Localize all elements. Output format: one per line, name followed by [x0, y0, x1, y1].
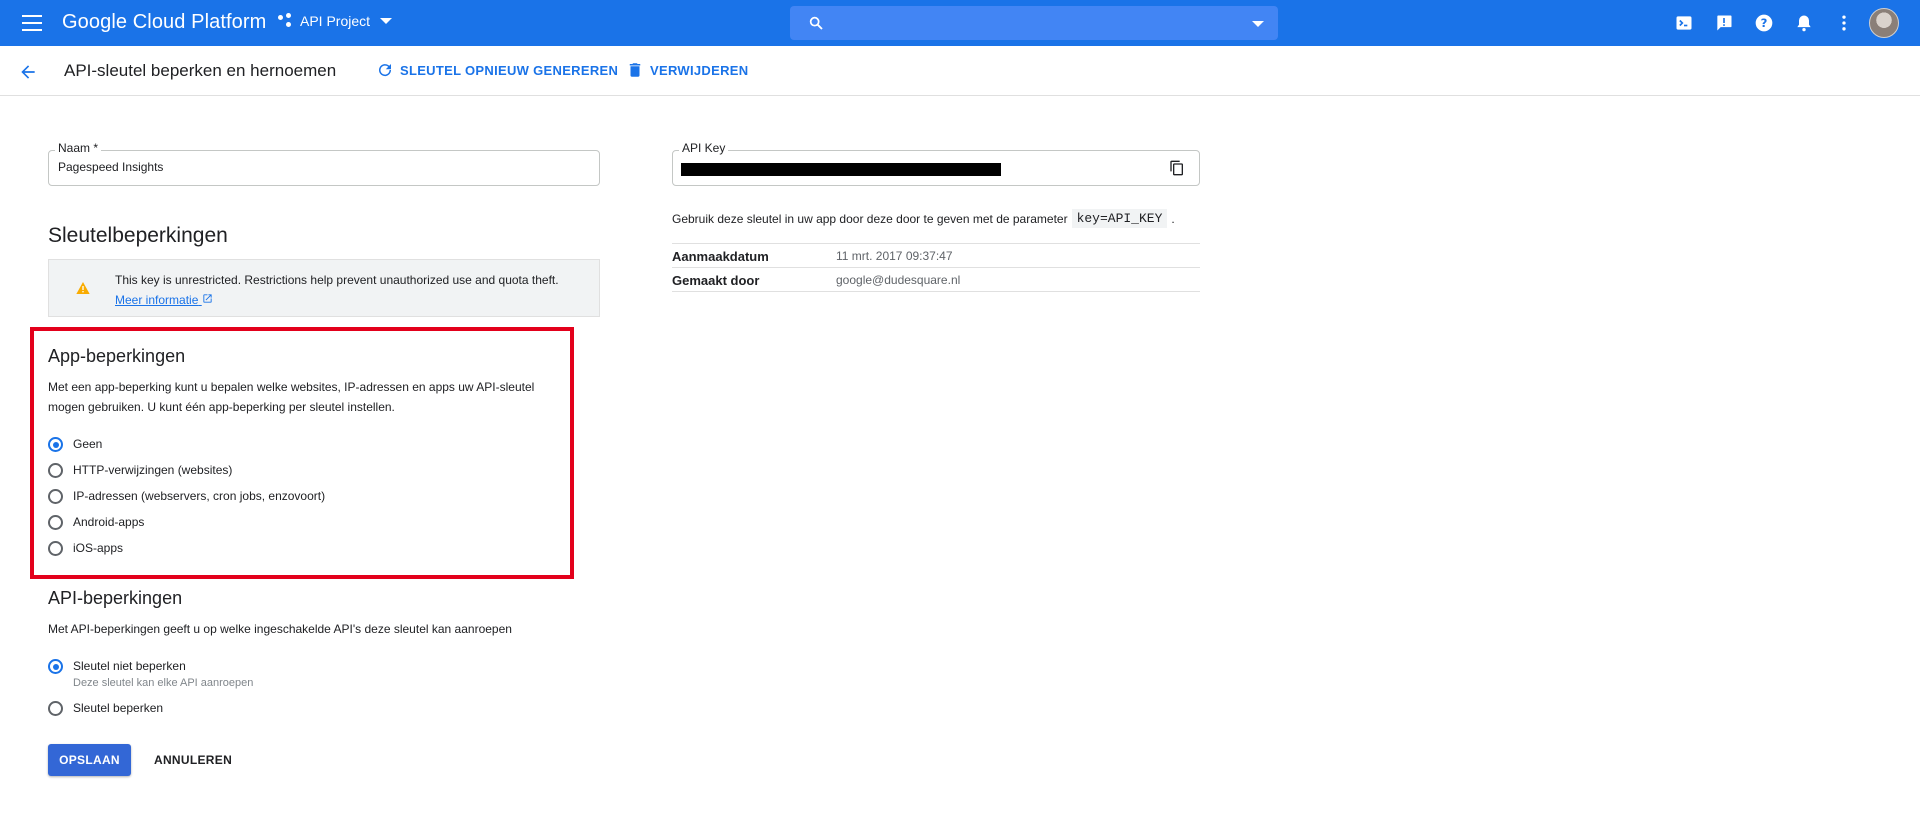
radio-button[interactable] [48, 437, 63, 452]
learn-more-link[interactable]: Meer informatie [115, 293, 213, 307]
unrestricted-warning: This key is unrestricted. Restrictions h… [48, 259, 600, 317]
help-icon[interactable]: ? [1754, 13, 1774, 33]
learn-more-label: Meer informatie [115, 293, 199, 307]
radio-button[interactable] [48, 701, 63, 716]
radio-app-ios[interactable]: iOS-apps [48, 540, 123, 557]
radio-button[interactable] [48, 463, 63, 478]
chevron-down-icon[interactable] [1252, 21, 1264, 27]
meta-value: google@dudesquare.nl [836, 273, 961, 287]
radio-api-restrict[interactable]: Sleutel beperken [48, 700, 163, 717]
back-arrow-icon[interactable] [18, 62, 38, 82]
api-restrictions-description: Met API-beperkingen geeft u op welke ing… [48, 622, 512, 636]
radio-app-http[interactable]: HTTP-verwijzingen (websites) [48, 462, 232, 479]
api-key-field: API Key [672, 141, 1200, 186]
meta-key: Aanmaakdatum [672, 249, 769, 264]
menu-icon[interactable] [22, 15, 42, 31]
meta-row-created: Aanmaakdatum 11 mrt. 2017 09:37:47 [672, 243, 1200, 267]
search-bar[interactable] [790, 6, 1278, 40]
meta-key: Gemaakt door [672, 273, 760, 288]
open-in-new-icon [203, 294, 212, 303]
usage-period: . [1171, 211, 1175, 226]
page-title: API-sleutel beperken en hernoemen [64, 61, 337, 80]
radio-label: IP-adressen (webservers, cron jobs, enzo… [73, 489, 326, 503]
radio-button[interactable] [48, 541, 63, 556]
more-vert-icon[interactable] [1834, 13, 1854, 33]
cancel-button[interactable]: ANNULEREN [144, 744, 242, 776]
radio-app-ip[interactable]: IP-adressen (webservers, cron jobs, enzo… [48, 488, 325, 505]
page-header: API-sleutel beperken en hernoemen SLEUTE… [0, 46, 1920, 96]
copy-icon[interactable] [1169, 160, 1185, 176]
api-key-usage-hint: Gebruik deze sleutel in uw app door deze… [672, 209, 1175, 228]
delete-label: VERWIJDEREN [650, 62, 749, 78]
delete-button[interactable]: VERWIJDEREN [626, 61, 748, 79]
warning-icon [76, 282, 90, 294]
meta-value: 11 mrt. 2017 09:37:47 [836, 249, 953, 263]
search-icon [809, 16, 823, 30]
app-restrictions-heading: App-beperkingen [48, 346, 186, 366]
warning-text: This key is unrestricted. Restrictions h… [115, 273, 559, 287]
divider [672, 291, 1200, 292]
radio-sublabel: Deze sleutel kan elke API aanroepen [73, 677, 254, 689]
save-button[interactable]: OPSLAAN [48, 744, 131, 776]
api-restrictions-heading: API-beperkingen [48, 588, 183, 608]
radio-button[interactable] [48, 489, 63, 504]
meta-row-created-by: Gemaakt door google@dudesquare.nl [672, 267, 1200, 291]
refresh-icon [379, 64, 392, 77]
radio-label: Sleutel beperken [73, 701, 164, 715]
radio-app-none[interactable]: Geen [48, 436, 102, 453]
name-field-label: Naam * [55, 141, 102, 155]
name-field: Naam * [48, 141, 600, 186]
api-key-label: API Key [679, 141, 729, 155]
top-app-bar: Google Cloud Platform API Project ? [0, 0, 1920, 46]
avatar[interactable] [1869, 8, 1899, 38]
radio-label: Sleutel niet beperken [73, 659, 186, 673]
project-selector[interactable]: API Project [278, 13, 393, 29]
notifications-icon[interactable] [1794, 13, 1814, 33]
chevron-down-icon [380, 18, 393, 24]
api-key-value-redacted[interactable] [681, 163, 1001, 176]
cloud-shell-icon[interactable] [1674, 13, 1694, 33]
radio-label: Geen [73, 437, 103, 451]
radio-api-unrestricted[interactable]: Sleutel niet beperken Deze sleutel kan e… [48, 658, 253, 691]
feedback-icon[interactable] [1714, 13, 1734, 33]
app-restrictions-description: Met een app-beperking kunt u bepalen wel… [48, 380, 535, 414]
trash-icon [629, 63, 641, 77]
radio-label: Android-apps [73, 515, 145, 529]
regenerate-key-button[interactable]: SLEUTEL OPNIEUW GENEREREN [376, 61, 618, 79]
svg-text:?: ? [1761, 16, 1768, 30]
brand-title[interactable]: Google Cloud Platform [62, 11, 266, 34]
radio-label: HTTP-verwijzingen (websites) [73, 463, 233, 477]
radio-button[interactable] [48, 515, 63, 530]
radio-label: iOS-apps [73, 541, 124, 555]
regenerate-key-label: SLEUTEL OPNIEUW GENEREREN [400, 62, 619, 78]
usage-code: key=API_KEY [1071, 209, 1168, 228]
key-restrictions-heading: Sleutelbeperkingen [48, 224, 228, 247]
project-name: API Project [300, 13, 371, 29]
radio-app-android[interactable]: Android-apps [48, 514, 144, 531]
radio-button[interactable] [48, 659, 63, 674]
name-input[interactable] [58, 160, 578, 174]
usage-text: Gebruik deze sleutel in uw app door deze… [672, 211, 1068, 226]
project-icon [278, 13, 294, 29]
